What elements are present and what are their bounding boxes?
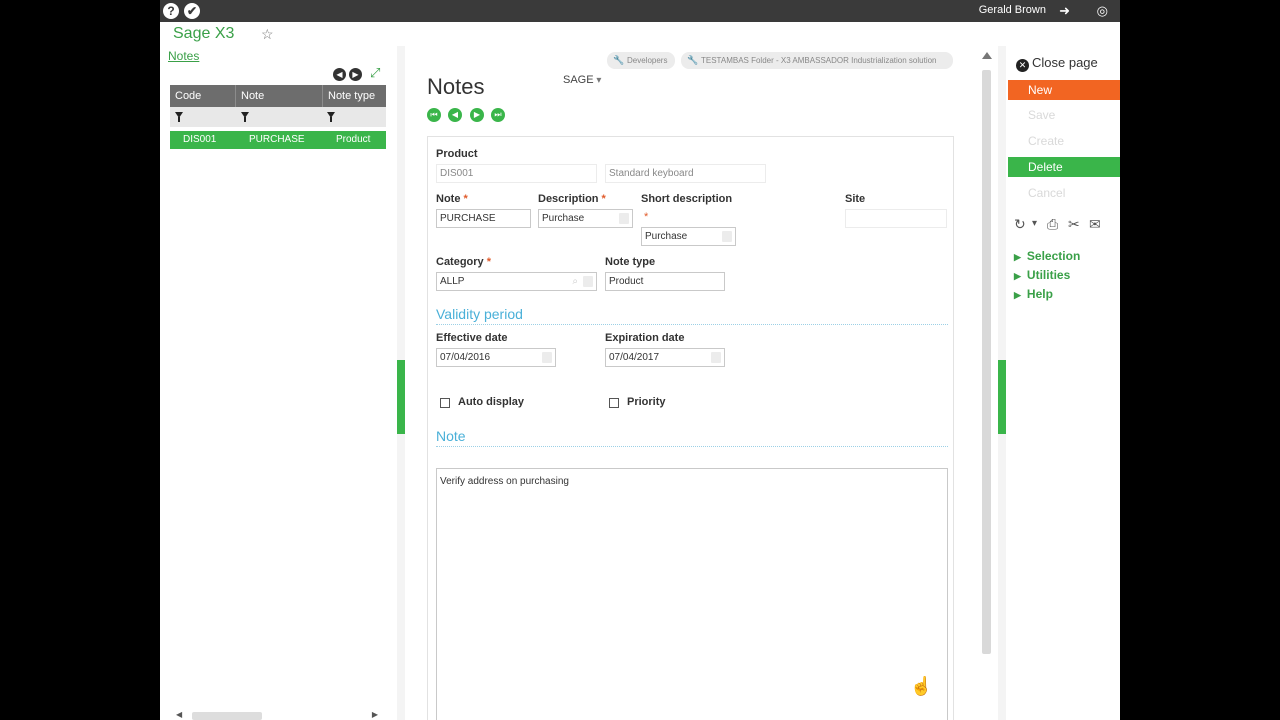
filter-code-icon[interactable]: [175, 112, 183, 122]
utilities-menu[interactable]: Utilities: [1014, 268, 1070, 282]
new-button[interactable]: New: [1008, 80, 1120, 100]
comment-icon[interactable]: ✉: [1089, 216, 1101, 233]
cell-code: DIS001: [183, 134, 217, 145]
auto-display-checkbox[interactable]: [440, 398, 450, 408]
note-textarea[interactable]: Verify address on purchasing: [436, 468, 948, 720]
close-icon: ✕: [1016, 59, 1029, 72]
category-search-icon[interactable]: ⌕: [572, 273, 578, 290]
dropdown-icon[interactable]: ▾: [1032, 218, 1037, 229]
app-title[interactable]: Sage X3: [173, 25, 234, 43]
product-description-field: Standard keyboard: [605, 164, 766, 183]
globe-icon[interactable]: ◎: [1097, 3, 1108, 19]
col-code[interactable]: Code: [170, 85, 236, 107]
form-panel: Product DIS001 Standard keyboard Note * P…: [427, 136, 954, 720]
prev-record-icon[interactable]: ◀: [448, 108, 462, 122]
print-icon[interactable]: ⎙: [1047, 216, 1058, 233]
first-record-icon[interactable]: ⏮: [427, 108, 441, 122]
expiration-calendar-icon[interactable]: [711, 352, 721, 363]
product-code-field[interactable]: DIS001: [436, 164, 597, 183]
main-vertical-scrollbar[interactable]: [978, 48, 996, 720]
folder-link[interactable]: TESTAMBAS Folder - X3 AMBASSADOR Industr…: [681, 52, 953, 69]
help-icon[interactable]: ?: [163, 3, 179, 19]
category-field[interactable]: ALLP ⌕: [436, 272, 597, 291]
effective-date-label: Effective date: [436, 332, 508, 344]
help-menu[interactable]: Help: [1014, 287, 1053, 301]
note-label: Note *: [436, 193, 468, 205]
filter-note-icon[interactable]: [241, 112, 249, 122]
note-type-label: Note type: [605, 256, 656, 268]
cancel-button[interactable]: Cancel: [1008, 183, 1120, 203]
page-title: Notes: [427, 74, 485, 99]
left-splitter[interactable]: [397, 46, 405, 720]
effective-date-field[interactable]: 07/04/2016: [436, 348, 556, 367]
actions-panel: ✕ Close page New Save Create Delete Cance…: [1008, 46, 1120, 720]
description-field[interactable]: Purchase: [538, 209, 633, 228]
app-window: ? ✔ Gerald Brown ➜ ◎ Sage X3 ☆ Notes ◀ ▶…: [160, 0, 1120, 720]
sage-dropdown[interactable]: SAGE: [563, 74, 601, 86]
user-name[interactable]: Gerald Brown: [979, 4, 1046, 16]
create-button[interactable]: Create: [1008, 131, 1120, 151]
col-note-type[interactable]: Note type: [323, 85, 386, 107]
filter-type-icon[interactable]: [327, 112, 335, 122]
top-bar: ? ✔ Gerald Brown ➜ ◎: [160, 0, 1120, 22]
hand-cursor-icon: ☝: [910, 676, 933, 696]
priority-checkbox[interactable]: [609, 398, 619, 408]
save-button[interactable]: Save: [1008, 105, 1120, 125]
note-section: Note: [436, 428, 948, 447]
main-content: Developers TESTAMBAS Folder - X3 AMBASSA…: [405, 46, 1005, 720]
description-label: Description *: [538, 193, 606, 205]
expand-icon[interactable]: ⤢: [370, 65, 380, 81]
next-record-icon[interactable]: ▶: [470, 108, 484, 122]
auto-display-label: Auto display: [458, 396, 525, 408]
priority-label: Priority: [627, 396, 666, 408]
validity-period-section: Validity period: [436, 306, 948, 325]
short-description-required: *: [644, 211, 649, 223]
col-note[interactable]: Note: [236, 85, 323, 107]
site-label: Site: [845, 193, 866, 205]
short-description-label: Short description: [641, 193, 733, 205]
site-field[interactable]: [845, 209, 947, 228]
grid-filter-row: [170, 107, 386, 127]
left-horizontal-scrollbar[interactable]: ◀ ▶: [172, 710, 382, 720]
list-prev-icon[interactable]: ◀: [333, 68, 346, 81]
developers-link[interactable]: Developers: [607, 52, 676, 69]
left-list-panel: Notes ◀ ▶ ⤢ Code Note Note type DIS001 P…: [160, 46, 397, 720]
grid-header: Code Note Note type: [170, 85, 386, 107]
favorite-star-icon[interactable]: ☆: [261, 26, 274, 43]
attachment-icon[interactable]: ✂: [1068, 216, 1080, 233]
note-field[interactable]: PURCHASE: [436, 209, 531, 228]
close-page-button[interactable]: ✕ Close page: [1016, 55, 1098, 72]
expiration-date-label: Expiration date: [605, 332, 685, 344]
category-label: Category *: [436, 256, 491, 268]
table-row[interactable]: DIS001 PURCHASE Product: [170, 131, 386, 149]
right-splitter[interactable]: [998, 46, 1006, 720]
note-type-select[interactable]: Product: [605, 272, 725, 291]
product-label: Product: [436, 148, 478, 160]
expiration-date-field[interactable]: 07/04/2017: [605, 348, 725, 367]
cell-note: PURCHASE: [249, 134, 305, 145]
selection-menu[interactable]: Selection: [1014, 249, 1080, 263]
tools-icon[interactable]: ✔: [184, 3, 200, 19]
list-next-icon[interactable]: ▶: [349, 68, 362, 81]
effective-calendar-icon[interactable]: [542, 352, 552, 363]
cell-type: Product: [336, 134, 371, 145]
delete-button[interactable]: Delete: [1008, 157, 1120, 177]
logout-icon[interactable]: ➜: [1059, 3, 1070, 19]
refresh-icon[interactable]: ↻: [1014, 216, 1026, 233]
short-description-field[interactable]: Purchase: [641, 227, 736, 246]
left-panel-title[interactable]: Notes: [168, 49, 199, 63]
last-record-icon[interactable]: ⏭: [491, 108, 505, 122]
